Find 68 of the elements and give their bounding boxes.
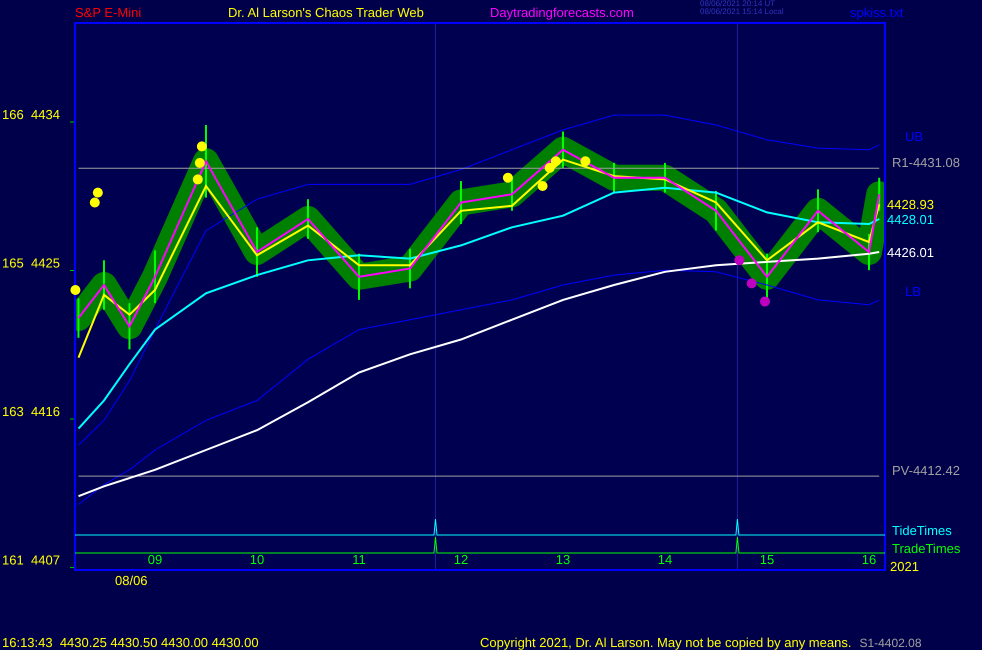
axis-label: 11 <box>352 552 366 567</box>
signal-dot <box>194 158 205 168</box>
axis-label: 12 <box>454 552 468 567</box>
price-range-bar <box>766 254 768 300</box>
value-label: 4426.01 <box>887 245 934 260</box>
price-range-bar <box>878 178 880 211</box>
price-range-bar <box>562 132 564 168</box>
axis-label: 4434 <box>31 107 60 122</box>
signal-dot <box>746 278 757 288</box>
band-label: UB <box>905 128 924 144</box>
axis-label: 166 <box>2 107 24 122</box>
level-label: R1-4431.08 <box>892 155 960 170</box>
date-label: 08/06 <box>115 573 148 588</box>
axis-label: 10 <box>250 552 264 567</box>
page-title: Dr. Al Larson's Chaos Trader Web <box>228 5 425 20</box>
symbol-name: S&P E-Mini <box>75 5 142 20</box>
price-range-bar <box>664 162 666 193</box>
axis-label: 163 <box>2 404 24 420</box>
price-range-bar <box>510 178 513 211</box>
band-label: LB <box>905 284 921 299</box>
axis-label: 4407 <box>31 552 60 568</box>
axis-label: 14 <box>658 552 672 567</box>
axis-label: 13 <box>556 552 570 567</box>
price-range-bar <box>816 189 819 232</box>
value-label: 4428.01 <box>887 212 934 228</box>
signal-dot <box>580 156 590 166</box>
value-label: 4428.93 <box>887 197 934 212</box>
year-label: 2021 <box>890 559 919 574</box>
signal-dot <box>90 198 100 208</box>
time-line-label: TideTimes <box>892 523 952 538</box>
axis-label: 15 <box>760 552 774 567</box>
signal-dot <box>192 174 203 184</box>
axis-label: 4425 <box>31 256 60 271</box>
price-range-bar <box>154 250 156 304</box>
signal-dot <box>734 255 744 266</box>
signal-dot <box>544 162 555 173</box>
signal-dot <box>502 172 513 183</box>
timestamp: 08/06/2021 15:14 Local <box>700 8 785 16</box>
signal-dot <box>70 284 80 295</box>
price-range-bar <box>128 303 130 350</box>
axis-label: 09 <box>148 552 162 567</box>
axis-label: 165 <box>2 256 24 271</box>
price-range-bar <box>358 254 360 300</box>
time-line-label: TradeTimes <box>892 541 960 556</box>
axis-label: 4416 <box>31 404 60 420</box>
price-quote: 16:13:43 4430.25 4430.50 4430.00 4430.00 <box>2 635 260 650</box>
site-name: Daytradingforecasts.com <box>490 5 635 20</box>
signal-dot <box>92 188 103 198</box>
price-range-bar <box>460 181 462 224</box>
price-range-bar <box>868 234 870 270</box>
level-label: S1-4402.08 <box>859 636 922 650</box>
signal-dot <box>538 181 548 192</box>
price-range-bar <box>612 162 615 193</box>
copyright-notice: Copyright 2021, Dr. Al Larson. May not be copied by any means. <box>480 635 852 650</box>
signal-dot <box>550 156 561 166</box>
price-range-bar <box>306 199 309 239</box>
signal-dot <box>760 296 770 307</box>
axis-label: 161 <box>2 552 24 568</box>
axis-label: 16 <box>862 552 876 567</box>
file-name: spkiss.txt <box>850 5 904 20</box>
price-range-bar <box>714 190 717 231</box>
price-range-bar <box>77 298 80 338</box>
timestamp: 08/06/2021 20:14 UT <box>700 0 776 8</box>
price-range-bar <box>256 227 258 277</box>
price-range-bar <box>408 248 411 288</box>
level-label: PV-4412.42 <box>892 463 960 478</box>
signal-dot <box>196 141 207 152</box>
price-range-bar <box>102 260 105 310</box>
